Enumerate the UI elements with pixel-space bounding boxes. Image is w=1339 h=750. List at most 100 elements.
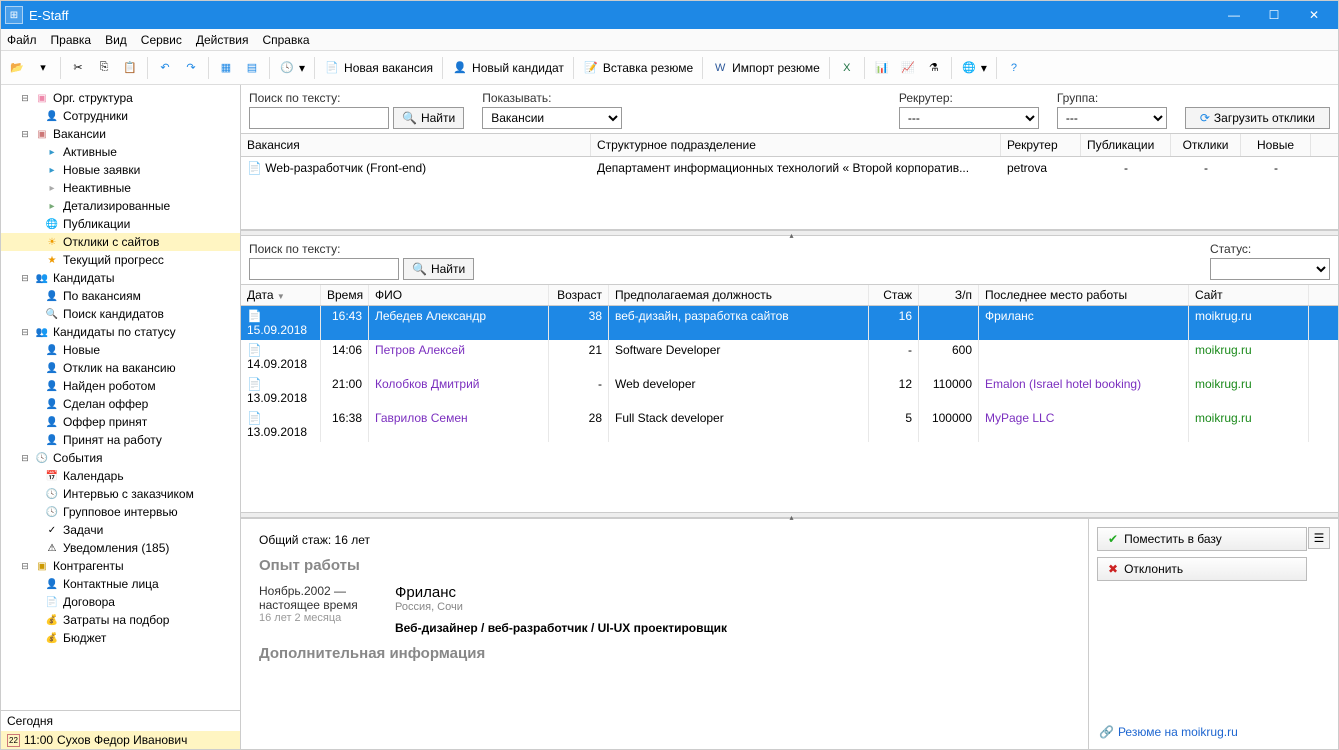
splitter-2[interactable]: ▴ — [241, 512, 1338, 518]
show-select[interactable]: Вакансии — [482, 107, 622, 129]
tree-ev-cal[interactable]: 📅Календарь — [1, 467, 240, 485]
col-age[interactable]: Возраст — [549, 285, 609, 305]
tb-clock[interactable]: 🕓▾ — [275, 56, 309, 80]
import-resume-button[interactable]: WИмпорт резюме — [708, 56, 824, 80]
vacancy-row[interactable]: 📄 Web-разработчик (Front-end) Департамен… — [241, 157, 1338, 179]
tree-events[interactable]: ⊟🕓События — [1, 449, 240, 467]
recruiter-select[interactable]: --- — [899, 107, 1039, 129]
find-button[interactable]: 🔍Найти — [393, 107, 464, 129]
menu-edit[interactable]: Правка — [51, 33, 92, 47]
col-time[interactable]: Время — [321, 285, 369, 305]
table-row[interactable]: 📄15.09.201816:43Лебедев Александр38веб-д… — [241, 306, 1338, 340]
tb-globe[interactable]: 🌐▾ — [957, 56, 991, 80]
close-button[interactable]: ✕ — [1294, 1, 1334, 29]
insert-resume-button[interactable]: 📝Вставка резюме — [579, 56, 697, 80]
col-date[interactable]: Дата ▼ — [241, 285, 321, 305]
search-input[interactable] — [249, 107, 389, 129]
tb-undo[interactable]: ↶ — [153, 56, 177, 80]
tree-cs-hired[interactable]: 👤Принят на работу — [1, 431, 240, 449]
col-new[interactable]: Новые — [1241, 134, 1311, 156]
menu-actions[interactable]: Действия — [196, 33, 249, 47]
col-last[interactable]: Последнее место работы — [979, 285, 1189, 305]
minimize-button[interactable]: — — [1214, 1, 1254, 29]
tree-co-costs[interactable]: 💰Затраты на подбор — [1, 611, 240, 629]
tree-cand-search[interactable]: 🔍Поиск кандидатов — [1, 305, 240, 323]
table-row[interactable]: 📄14.09.201814:06Петров Алексей21Software… — [241, 340, 1338, 374]
tree-cand-byvac[interactable]: 👤По вакансиям — [1, 287, 240, 305]
col-vacancy[interactable]: Вакансия — [241, 134, 591, 156]
tree-cs-offer-ok[interactable]: 👤Оффер принят — [1, 413, 240, 431]
tree-ev-interview[interactable]: 🕓Интервью с заказчиком — [1, 485, 240, 503]
tree-org[interactable]: ⊟▣Орг. структура — [1, 89, 240, 107]
tb-redo[interactable]: ↷ — [179, 56, 203, 80]
table-row[interactable]: 📄13.09.201821:00Колобков Дмитрий-Web dev… — [241, 374, 1338, 408]
col-recruiter[interactable]: Рекрутер — [1001, 134, 1081, 156]
tree-co-contacts[interactable]: 👤Контактные лица — [1, 575, 240, 593]
tree-cs-new[interactable]: 👤Новые — [1, 341, 240, 359]
new-candidate-button[interactable]: 👤Новый кандидат — [448, 56, 568, 80]
tb-copy[interactable]: ⎘ — [92, 56, 116, 80]
tree-vac-detailed[interactable]: ▸Детализированные — [1, 197, 240, 215]
tree-candidates[interactable]: ⊟👥Кандидаты — [1, 269, 240, 287]
search-input-2[interactable] — [249, 258, 399, 280]
tb-chart[interactable]: 📊 — [870, 56, 894, 80]
menu-file[interactable]: Файл — [7, 33, 37, 47]
tree-contr[interactable]: ⊟▣Контрагенты — [1, 557, 240, 575]
col-dept[interactable]: Структурное подразделение — [591, 134, 1001, 156]
tb-filter[interactable]: ⚗ — [922, 56, 946, 80]
reject-button[interactable]: ✖Отклонить — [1097, 557, 1307, 581]
tb-help[interactable]: ? — [1002, 56, 1026, 80]
col-site[interactable]: Сайт — [1189, 285, 1309, 305]
tb-paste[interactable]: 📋 — [118, 56, 142, 80]
tb-excel[interactable]: X — [835, 56, 859, 80]
col-pub[interactable]: Публикации — [1081, 134, 1171, 156]
extra-header: Дополнительная информация — [259, 645, 1070, 662]
actions-menu-button[interactable]: ☰ — [1308, 527, 1330, 549]
tree-cs-offer[interactable]: 👤Сделан оффер — [1, 395, 240, 413]
tree-ev-tasks[interactable]: ✓Задачи — [1, 521, 240, 539]
col-sal[interactable]: З/п — [919, 285, 979, 305]
menu-service[interactable]: Сервис — [141, 33, 182, 47]
label: Новая вакансия — [344, 61, 433, 75]
tree-vacancies[interactable]: ⊟▣Вакансии — [1, 125, 240, 143]
agenda-item[interactable]: 22 11:00 Сухов Федор Иванович — [1, 731, 240, 749]
tb-grid[interactable]: ▦ — [214, 56, 238, 80]
tb-form[interactable]: ▤ — [240, 56, 264, 80]
col-exp[interactable]: Стаж — [869, 285, 919, 305]
tb-open[interactable]: 📂 — [5, 56, 29, 80]
tb-stats[interactable]: 📈 — [896, 56, 920, 80]
group-select[interactable]: --- — [1057, 107, 1167, 129]
tree-co-budget[interactable]: 💰Бюджет — [1, 629, 240, 647]
table-row[interactable]: 📄13.09.201816:38Гаврилов Семен28Full Sta… — [241, 408, 1338, 442]
tree-vac-responses[interactable]: ☀Отклики с сайтов — [1, 233, 240, 251]
tree-cs-response[interactable]: 👤Отклик на вакансию — [1, 359, 240, 377]
load-responses-button[interactable]: ⟳Загрузить отклики — [1185, 107, 1330, 129]
tree-vac-new[interactable]: ▸Новые заявки — [1, 161, 240, 179]
tree-cand-status[interactable]: ⊟👥Кандидаты по статусу — [1, 323, 240, 341]
tree-cs-robot[interactable]: 👤Найден роботом — [1, 377, 240, 395]
tree-vac-pub[interactable]: 🌐Публикации — [1, 215, 240, 233]
col-fio[interactable]: ФИО — [369, 285, 549, 305]
new-vacancy-button[interactable]: 📄Новая вакансия — [320, 56, 437, 80]
menu-view[interactable]: Вид — [105, 33, 127, 47]
col-resp[interactable]: Отклики — [1171, 134, 1241, 156]
maximize-button[interactable]: ☐ — [1254, 1, 1294, 29]
undo-icon: ↶ — [157, 60, 173, 76]
tree-employees[interactable]: 👤Сотрудники — [1, 107, 240, 125]
col-pos[interactable]: Предполагаемая должность — [609, 285, 869, 305]
tb-drop[interactable]: ▾ — [31, 56, 55, 80]
tree-ev-group[interactable]: 🕓Групповое интервью — [1, 503, 240, 521]
menu-help[interactable]: Справка — [262, 33, 309, 47]
add-to-db-button[interactable]: ✔Поместить в базу — [1097, 527, 1307, 551]
tree-co-contracts[interactable]: 📄Договора — [1, 593, 240, 611]
tree-vac-inactive[interactable]: ▸Неактивные — [1, 179, 240, 197]
tree-vac-active[interactable]: ▸Активные — [1, 143, 240, 161]
find-button-2[interactable]: 🔍Найти — [403, 258, 474, 280]
vacancy-table: Вакансия Структурное подразделение Рекру… — [241, 134, 1338, 230]
tree-vac-progress[interactable]: ★Текущий прогресс — [1, 251, 240, 269]
tree-ev-notif[interactable]: ⚠Уведомления (185) — [1, 539, 240, 557]
tb-cut[interactable]: ✂ — [66, 56, 90, 80]
external-resume-link[interactable]: 🔗Резюме на moikrug.ru — [1099, 725, 1238, 739]
splitter-1[interactable]: ▴ — [241, 230, 1338, 236]
status-select[interactable] — [1210, 258, 1330, 280]
